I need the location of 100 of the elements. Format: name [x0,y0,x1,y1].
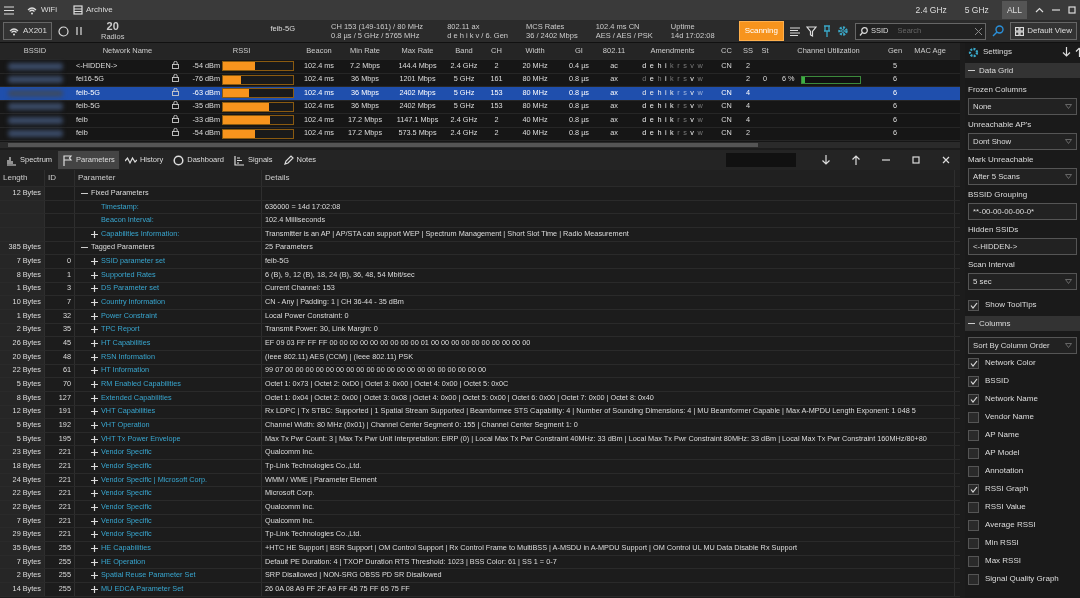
expand-icon[interactable] [91,490,98,498]
expand-icon[interactable] [91,422,98,429]
filter-icon[interactable] [806,25,817,37]
lock-icon [172,101,179,110]
default-view-button[interactable]: Default View [1010,22,1077,40]
expand-icon[interactable] [91,558,98,566]
lock-icon [172,87,179,96]
expand-icon[interactable] [91,572,98,580]
checkbox[interactable] [968,573,979,585]
checkbox-label: Annotation [985,465,1024,477]
pencil-icon [282,154,294,166]
pin-icon[interactable] [823,25,831,37]
field-label: Unreachable AP's [967,119,1033,131]
checkbox[interactable] [968,411,979,423]
maximize-icon[interactable] [911,155,921,165]
expand-icon[interactable] [91,449,98,457]
expand-icon[interactable] [91,531,98,539]
expand-icon[interactable] [91,476,98,484]
checkbox[interactable] [968,519,979,531]
checkbox[interactable] [968,393,979,405]
band-filter[interactable]: ALL [1001,0,1027,20]
expand-icon[interactable] [91,285,98,293]
checkbox[interactable] [968,501,979,513]
dropdown-arrow-icon [1065,174,1072,179]
expand-icon[interactable] [91,340,98,348]
adapter-button[interactable]: AX201 [3,22,53,40]
checkbox-label: Average RSSI [985,519,1036,531]
menu-item[interactable]: Archive [69,3,117,17]
pause-icon[interactable] [75,26,84,36]
checkbox-label: AP Model [985,447,1020,459]
checkbox[interactable] [968,465,979,477]
expand-icon[interactable] [91,503,98,511]
column-header[interactable]: ID [45,170,75,186]
checkbox[interactable] [968,537,979,549]
down-arrow-icon[interactable] [1062,47,1071,57]
expand-icon[interactable] [91,544,98,552]
column-header[interactable]: Details [262,170,955,186]
menu-item[interactable]: WiFi [22,3,61,17]
section-header[interactable]: Columns [965,316,1080,331]
expand-icon[interactable] [91,517,98,525]
check-icon [969,395,978,403]
up-arrow-icon[interactable] [851,155,861,165]
checkbox-label: Signal Quality Graph [985,573,1059,585]
checkbox[interactable] [968,375,979,387]
flag-icon [62,154,74,166]
band-filter[interactable]: 2.4 GHz [910,0,952,20]
expand-icon[interactable] [91,258,98,266]
checkbox-label: BSSID [985,375,1009,387]
lock-icon [172,114,179,123]
radios-count: 20 [106,21,119,32]
close-icon[interactable] [941,155,951,165]
band-filter[interactable]: 5 GHz [959,0,994,20]
rssi-bar [222,88,294,99]
expand-icon[interactable] [91,462,98,470]
clear-icon[interactable] [975,27,983,35]
checkbox[interactable] [968,555,979,567]
checkbox-label: Network Name [985,393,1038,405]
rssi-bar [222,128,294,139]
section-header[interactable]: Data Grid [965,63,1080,78]
expand-icon[interactable] [91,271,98,279]
expand-icon[interactable] [91,326,98,334]
lock-icon [172,128,179,137]
checkbox[interactable] [968,447,979,459]
expand-icon[interactable] [91,312,98,320]
expand-icon[interactable] [91,299,98,307]
checkbox[interactable] [968,357,979,369]
down-arrow-icon[interactable] [821,155,831,165]
expand-icon[interactable] [91,353,98,361]
utilization-bar [800,75,861,84]
up-arrow-icon[interactable] [1075,47,1080,57]
expand-icon[interactable] [91,408,98,416]
checkbox-label: Min RSSI [985,537,1019,549]
field-label: Mark Unreachable [967,154,1035,166]
checkbox[interactable] [968,299,979,311]
column-header[interactable]: Length [0,170,45,186]
list-icon[interactable] [790,26,800,36]
expand-icon[interactable] [91,381,98,388]
maximize-icon[interactable] [1068,6,1076,14]
expand-icon[interactable] [91,585,98,593]
expand-icon[interactable] [91,435,98,443]
search-icon[interactable] [992,25,1005,37]
wifi-icon [8,26,20,36]
redacted-bssid [7,130,63,138]
record-icon[interactable] [58,25,70,37]
checkbox[interactable] [968,429,979,441]
check-icon [969,485,978,493]
rssi-bar [222,115,294,126]
dropdown-arrow-icon [1065,139,1072,144]
column-header[interactable]: Parameter [75,170,262,186]
signal-chart-icon [233,154,245,166]
menu-icon[interactable] [4,5,14,15]
settings-icon[interactable] [837,25,849,37]
expand-icon[interactable] [91,230,98,238]
rssi-bar [222,101,294,112]
check-icon [969,377,978,385]
chevron-up-icon[interactable] [1035,7,1044,13]
horizontal-scrollbar[interactable] [0,142,960,148]
expand-icon[interactable] [91,394,98,402]
checkbox[interactable] [968,483,979,495]
expand-icon[interactable] [91,367,98,375]
